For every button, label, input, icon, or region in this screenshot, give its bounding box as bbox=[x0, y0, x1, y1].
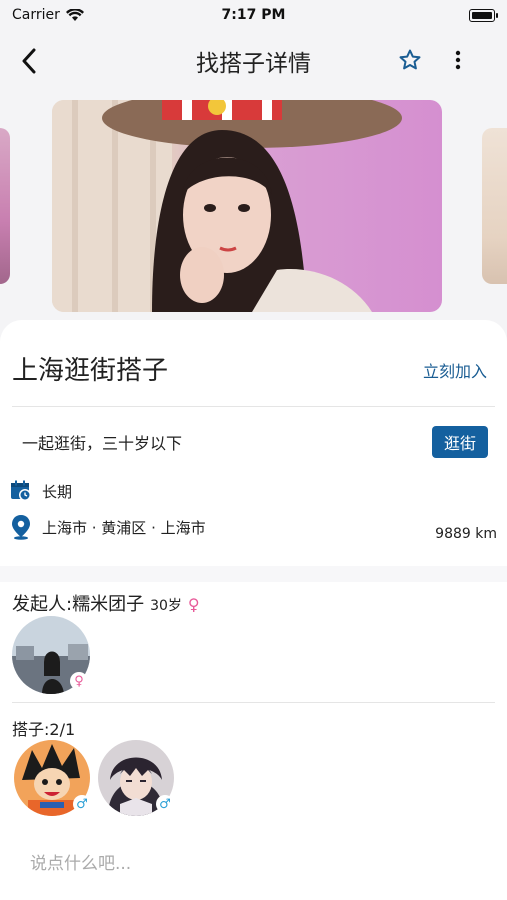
comment-input[interactable] bbox=[20, 844, 480, 884]
carrier-label: Carrier bbox=[12, 7, 60, 23]
chevron-left-icon bbox=[22, 48, 36, 74]
more-vertical-icon bbox=[455, 50, 461, 70]
nav-bar: 找搭子详情 bbox=[0, 36, 507, 86]
female-icon: ♀ bbox=[187, 595, 200, 614]
comment-bar bbox=[0, 824, 507, 900]
more-button[interactable] bbox=[446, 46, 470, 74]
male-badge-icon: ♂ bbox=[156, 795, 174, 813]
duration-label: 长期 bbox=[42, 482, 73, 501]
star-icon bbox=[399, 49, 421, 70]
partners-label: 搭子:2/1 bbox=[12, 720, 76, 739]
activity-title: 上海逛街搭子 bbox=[12, 356, 169, 386]
profile-photo bbox=[52, 100, 402, 312]
activity-description: 一起逛街，三十岁以下 bbox=[22, 434, 183, 453]
title-row: 上海逛街搭子 立刻加入 bbox=[12, 350, 487, 386]
divider bbox=[12, 406, 495, 407]
detail-sheet: 上海逛街搭子 立刻加入 一起逛街，三十岁以下 逛街 长期 上海市 · 黄浦区 ·… bbox=[0, 320, 507, 900]
initiator-age: 30岁 bbox=[150, 598, 182, 614]
carousel-next-photo[interactable] bbox=[482, 128, 507, 284]
photo-carousel[interactable] bbox=[0, 100, 507, 312]
join-button[interactable]: 立刻加入 bbox=[423, 358, 487, 382]
location-row: 上海市 · 黄浦区 · 上海市 bbox=[10, 514, 206, 540]
calendar-clock-icon bbox=[11, 480, 31, 501]
section-separator bbox=[0, 566, 507, 582]
carousel-current-photo[interactable] bbox=[52, 100, 442, 312]
favorite-button[interactable] bbox=[396, 46, 424, 74]
page-title: 找搭子详情 bbox=[196, 51, 311, 77]
status-bar: Carrier 7:17 PM bbox=[0, 0, 507, 30]
wifi-icon bbox=[65, 8, 84, 21]
female-badge-icon: ♀ bbox=[70, 672, 88, 690]
distance-label: 9889 km bbox=[435, 526, 497, 542]
activity-tag: 逛街 bbox=[432, 426, 488, 458]
back-button[interactable] bbox=[16, 46, 42, 76]
duration-row: 长期 bbox=[10, 480, 72, 502]
male-badge-icon: ♂ bbox=[73, 795, 91, 813]
location-pin-icon bbox=[12, 515, 30, 540]
carousel-prev-photo[interactable] bbox=[0, 128, 10, 284]
location-label: 上海市 · 黄浦区 · 上海市 bbox=[42, 518, 206, 537]
initiator-label: 发起人:糯米团子 bbox=[12, 594, 145, 615]
battery-icon bbox=[469, 8, 498, 22]
initiator-row: 发起人:糯米团子 30岁 ♀ bbox=[12, 590, 200, 616]
divider bbox=[12, 702, 495, 703]
